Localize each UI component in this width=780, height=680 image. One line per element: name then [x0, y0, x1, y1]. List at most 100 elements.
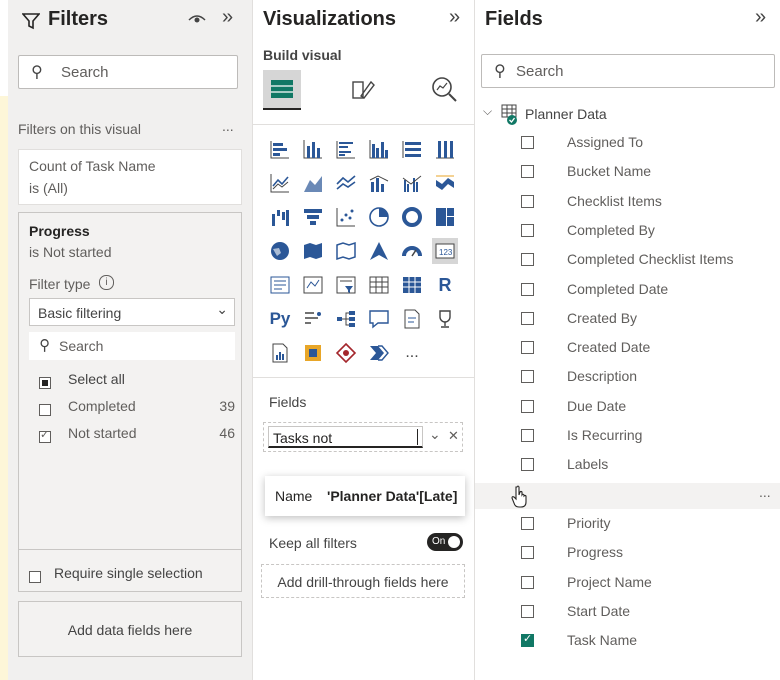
flow-icon[interactable]	[366, 340, 392, 366]
slicer-icon[interactable]	[333, 272, 359, 298]
field-label: Bucket Name	[567, 163, 652, 180]
shape-map-icon[interactable]	[333, 238, 359, 264]
field-name-value: Tasks not	[273, 430, 333, 446]
field-checkbox[interactable]	[521, 136, 534, 149]
close-icon[interactable]: ✕	[448, 428, 459, 444]
filter-item-completed[interactable]: Completed 39	[39, 398, 235, 419]
count-filter-card[interactable]: Count of Task Name is (All)	[18, 149, 242, 205]
field-checkbox[interactable]	[521, 253, 534, 267]
field-checkbox[interactable]	[521, 165, 534, 179]
filter-values-search[interactable]: ⚲ Search	[29, 332, 235, 360]
key-influencers-icon[interactable]	[300, 306, 326, 332]
filters-search-input[interactable]: ⚲ Search	[18, 55, 238, 89]
field-checkbox[interactable]	[521, 341, 534, 355]
kpi-icon[interactable]	[300, 272, 326, 298]
filled-map-icon[interactable]	[300, 238, 326, 264]
require-single-selection[interactable]: Require single selection	[29, 565, 203, 586]
multi-row-card-icon[interactable]	[267, 272, 293, 298]
chevron-down-icon[interactable]: ⌵	[483, 104, 492, 119]
100-bar-chart-icon[interactable]	[399, 136, 425, 162]
field-checkbox[interactable]	[521, 194, 534, 208]
paginated-report-icon[interactable]	[267, 340, 293, 366]
power-automate-icon[interactable]	[333, 340, 359, 366]
search-icon: ⚲	[39, 337, 50, 354]
format-visual-tab[interactable]	[349, 76, 377, 109]
eye-icon[interactable]	[188, 10, 206, 31]
filter-type-dropdown[interactable]: Basic filtering ⌄	[29, 298, 235, 326]
field-label: Created By	[567, 309, 638, 326]
line-column-chart-icon[interactable]	[366, 170, 392, 196]
filter-item-select-all[interactable]: Select all	[39, 371, 125, 392]
collapse-fields-icon[interactable]: »	[755, 6, 766, 29]
field-label: Assigned To	[567, 134, 644, 150]
canvas-edge	[0, 96, 8, 680]
field-checkbox[interactable]	[521, 282, 534, 296]
build-visual-tab[interactable]	[263, 70, 301, 110]
trophy-metrics-icon[interactable]	[432, 306, 458, 332]
clustered-bar-chart-icon[interactable]	[333, 136, 359, 162]
decomposition-tree-icon[interactable]	[333, 306, 359, 332]
field-checkbox[interactable]	[521, 516, 534, 530]
field-checkbox[interactable]	[521, 575, 534, 589]
map-icon[interactable]	[267, 238, 293, 264]
stacked-column-chart-icon[interactable]	[300, 136, 326, 162]
power-apps-icon[interactable]	[300, 340, 326, 366]
analytics-tab[interactable]	[429, 74, 459, 109]
collapse-viz-icon[interactable]: »	[449, 6, 460, 29]
chevron-down-icon[interactable]: ⌄	[429, 426, 441, 443]
field-checkbox[interactable]	[521, 546, 534, 560]
not-started-checkbox[interactable]	[39, 428, 51, 443]
r-visual-icon[interactable]: R	[432, 272, 458, 298]
matrix-icon[interactable]	[399, 272, 425, 298]
field-checkbox[interactable]	[521, 429, 534, 442]
python-visual-icon[interactable]: Py	[267, 306, 293, 332]
ribbon-chart-icon[interactable]	[432, 170, 458, 196]
field-checkbox[interactable]	[521, 399, 534, 413]
add-data-fields-dropzone[interactable]: Add data fields here	[18, 601, 242, 657]
completed-checkbox[interactable]	[39, 403, 51, 416]
stacked-bar-chart-icon[interactable]	[267, 136, 293, 162]
drill-through-dropzone[interactable]: Add drill-through fields here	[261, 564, 465, 598]
clustered-column-chart-icon[interactable]	[366, 136, 392, 162]
more-options-icon[interactable]: ...	[759, 484, 771, 500]
table-icon[interactable]	[366, 272, 392, 298]
waterfall-chart-icon[interactable]	[267, 204, 293, 230]
donut-chart-icon[interactable]	[399, 204, 425, 230]
build-visual-label: Build visual	[263, 47, 342, 63]
field-label: Labels	[567, 456, 609, 473]
azure-map-icon[interactable]	[366, 238, 392, 264]
100-column-chart-icon[interactable]	[432, 136, 458, 162]
field-checkbox[interactable]	[521, 632, 534, 648]
line-clustered-column-icon[interactable]	[399, 170, 425, 196]
collapse-filters-icon[interactable]: »	[222, 6, 233, 29]
treemap-icon[interactable]	[432, 204, 458, 230]
field-label: Start Date	[567, 602, 631, 619]
more-options-icon[interactable]: ...	[222, 118, 234, 134]
fields-search-input[interactable]: ⚲ Search	[481, 54, 775, 88]
pie-chart-icon[interactable]	[366, 204, 392, 230]
field-checkbox[interactable]	[521, 604, 534, 618]
more-visuals-icon[interactable]: ...	[399, 340, 425, 366]
scatter-chart-icon[interactable]	[333, 204, 359, 230]
field-name-input[interactable]: Tasks not	[268, 426, 423, 448]
smart-narrative-icon[interactable]	[399, 306, 425, 332]
field-checkbox[interactable]	[521, 370, 534, 384]
field-checkbox[interactable]	[521, 458, 534, 472]
field-checkbox[interactable]	[521, 223, 534, 237]
stacked-area-chart-icon[interactable]	[333, 170, 359, 196]
line-chart-icon[interactable]	[267, 170, 293, 196]
table-name[interactable]: Planner Data	[525, 106, 607, 122]
select-all-checkbox[interactable]	[39, 376, 51, 389]
funnel-chart-icon[interactable]	[300, 204, 326, 230]
svg-text:123: 123	[439, 248, 453, 257]
require-single-checkbox[interactable]	[29, 570, 41, 583]
visualizations-title: Visualizations	[263, 8, 397, 30]
qa-visual-icon[interactable]	[366, 306, 392, 332]
area-chart-icon[interactable]	[300, 170, 326, 196]
filter-item-not-started[interactable]: Not started 46	[39, 425, 235, 446]
card-visual-icon[interactable]: 123	[432, 238, 458, 264]
info-icon[interactable]: i	[99, 275, 114, 290]
gauge-icon[interactable]	[399, 238, 425, 264]
field-checkbox[interactable]	[521, 311, 534, 325]
keep-filters-toggle[interactable]: On	[427, 533, 463, 551]
